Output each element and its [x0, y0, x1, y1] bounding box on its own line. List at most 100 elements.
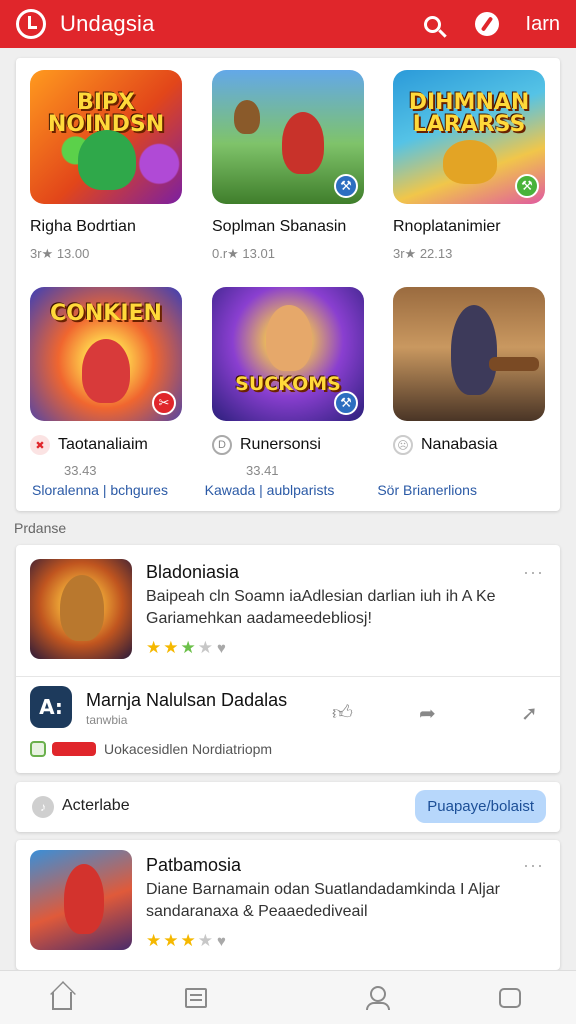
star-icon: ★: [146, 931, 164, 950]
character-figure: [266, 305, 312, 371]
game-thumbnail: [393, 287, 545, 421]
feed-card[interactable]: Bladoniasia ··· Baipeah cln Soamn iaAdle…: [16, 545, 560, 773]
prompt-action-button[interactable]: Puapaye/bolaist: [415, 790, 546, 823]
game-tile[interactable]: DIHMNAN LARARSS ⚒ Rnoplatanimier 3r★ 22.…: [393, 70, 545, 262]
game-meta: 3r★ 13.00: [30, 246, 90, 261]
heart-icon[interactable]: ♥: [217, 933, 228, 950]
game-meta: 33.43: [64, 463, 97, 478]
game-thumbnail-title: CONKIEN: [50, 301, 162, 326]
section-label: Prdanse: [14, 520, 67, 536]
game-tile[interactable]: SUCKOMS ⚒ D Runersonsi 33.41: [212, 287, 364, 478]
game-title: ☹ Nanabasia: [393, 435, 545, 455]
nav-chat[interactable]: [498, 986, 522, 1010]
nav-profile[interactable]: [364, 986, 390, 1010]
game-title: Rnoplatanimier: [393, 218, 501, 235]
game-thumbnail: DIHMNAN LARARSS ⚒: [393, 70, 545, 204]
compass-icon: [474, 12, 499, 36]
more-options-button[interactable]: ···: [523, 562, 544, 583]
star-icon: ★: [163, 638, 181, 657]
search-icon: [424, 15, 442, 33]
info-icon: ♪: [32, 796, 54, 818]
game-grid-card: BIPX NOINDSN Righa Bodrtian 3r★ 13.00 ⚒ …: [16, 58, 560, 511]
top-bar-text-button[interactable]: Iarn: [526, 13, 560, 36]
logo-icon[interactable]: [16, 9, 46, 39]
divider: [16, 676, 560, 677]
game-tile[interactable]: ☹ Nanabasia: [393, 287, 545, 463]
nav-list[interactable]: [184, 986, 208, 1010]
search-button[interactable]: [420, 11, 446, 37]
compass-button[interactable]: [474, 11, 500, 37]
more-options-button[interactable]: ···: [523, 855, 544, 876]
feed-card[interactable]: Patbamosia ··· Diane Barnamain odan Suat…: [16, 840, 560, 970]
game-category-icon: ☹: [393, 435, 413, 455]
post-avatar[interactable]: A:: [30, 686, 72, 728]
app-badge-icon: [30, 741, 46, 757]
nav-home[interactable]: [50, 986, 74, 1010]
star-icon: ★: [180, 931, 198, 950]
character-figure: [60, 575, 104, 641]
game-title: ✖ Taotanaliaim: [30, 435, 182, 455]
star-icon: ★: [163, 931, 181, 950]
home-icon: [52, 992, 72, 1010]
feed-description: Baipeah cln Soamn iaAdlesian darlian iuh…: [146, 588, 496, 627]
profile-icon: [365, 986, 390, 1010]
game-title-text: Runersonsi: [240, 436, 321, 453]
character-figure: [443, 140, 497, 184]
character-figure: [78, 130, 136, 190]
tag-badge: [52, 742, 96, 756]
character-figure: [64, 864, 104, 934]
prompt-card: ♪ Acterlabe Puapaye/bolaist: [16, 782, 560, 832]
list-icon: [185, 988, 207, 1008]
game-category-icon: D: [212, 435, 232, 455]
star-icon: ★: [197, 638, 215, 657]
post-subtitle: tanwbia: [86, 713, 128, 727]
rifle-shape: [489, 357, 539, 371]
category-link[interactable]: Sör Brianerlions: [377, 482, 550, 498]
category-links: Sloralenna | bchgures Kawada | aublparis…: [32, 482, 550, 498]
game-thumbnail: CONKIEN ✂: [30, 287, 182, 421]
star-icon: ★: [146, 638, 164, 657]
game-thumbnail: BIPX NOINDSN: [30, 70, 182, 204]
forward-icon[interactable]: ➚: [521, 701, 538, 726]
post-footer: Uokacesidlen Nordiatriopm: [30, 741, 272, 757]
category-link[interactable]: Kawada | aublparists: [205, 482, 378, 498]
game-badge-icon: ⚒: [515, 174, 539, 198]
top-bar: Undagsia Iarn: [0, 0, 576, 48]
rating-stars: ★★★★ ♥: [146, 638, 228, 658]
game-tile[interactable]: ⚒ Soplman Sbanasin 0.r★ 13.01: [212, 70, 364, 262]
game-meta: 3r★ 22.13: [393, 246, 453, 261]
character-figure: [282, 112, 324, 174]
share-icon[interactable]: ➦: [419, 701, 436, 726]
game-meta: 0.r★ 13.01: [212, 246, 275, 261]
feed-thumbnail: [30, 559, 132, 659]
game-tile[interactable]: CONKIEN ✂ ✖ Taotanaliaim 33.43: [30, 287, 182, 478]
character-figure: [234, 100, 260, 134]
app-title: Undagsia: [60, 11, 155, 36]
game-badge-icon: ✂: [152, 391, 176, 415]
character-figure: [82, 339, 130, 403]
game-badge-icon: ⚒: [334, 174, 358, 198]
game-tile[interactable]: BIPX NOINDSN Righa Bodrtian 3r★ 13.00: [30, 70, 182, 262]
rating-stars: ★★★★ ♥: [146, 931, 228, 951]
feed-description: Diane Barnamain odan Suatlandadamkinda I…: [146, 881, 501, 920]
like-icon[interactable]: 👍︎: [332, 701, 353, 725]
game-title: Righa Bodrtian: [30, 218, 136, 235]
game-title: Soplman Sbanasin: [212, 218, 347, 235]
star-icon: ★: [180, 638, 198, 657]
game-title-text: Taotanaliaim: [58, 436, 148, 453]
post-author-name: Marnja Nalulsan Dadalas: [86, 690, 288, 710]
game-thumbnail: SUCKOMS ⚒: [212, 287, 364, 421]
game-category-icon: ✖: [30, 435, 50, 455]
game-thumbnail-title: DIHMNAN LARARSS: [408, 90, 530, 137]
prompt-label: Acterlabe: [62, 797, 130, 814]
feed-title: Bladoniasia: [146, 562, 240, 582]
chat-icon: [499, 988, 521, 1008]
heart-icon[interactable]: ♥: [217, 640, 228, 657]
game-title: D Runersonsi: [212, 435, 364, 455]
category-link[interactable]: Sloralenna | bchgures: [32, 482, 205, 498]
game-meta: 33.41: [246, 463, 279, 478]
game-title-text: Nanabasia: [421, 436, 498, 453]
star-icon: ★: [197, 931, 215, 950]
game-thumbnail: ⚒: [212, 70, 364, 204]
feed-thumbnail: [30, 850, 132, 950]
